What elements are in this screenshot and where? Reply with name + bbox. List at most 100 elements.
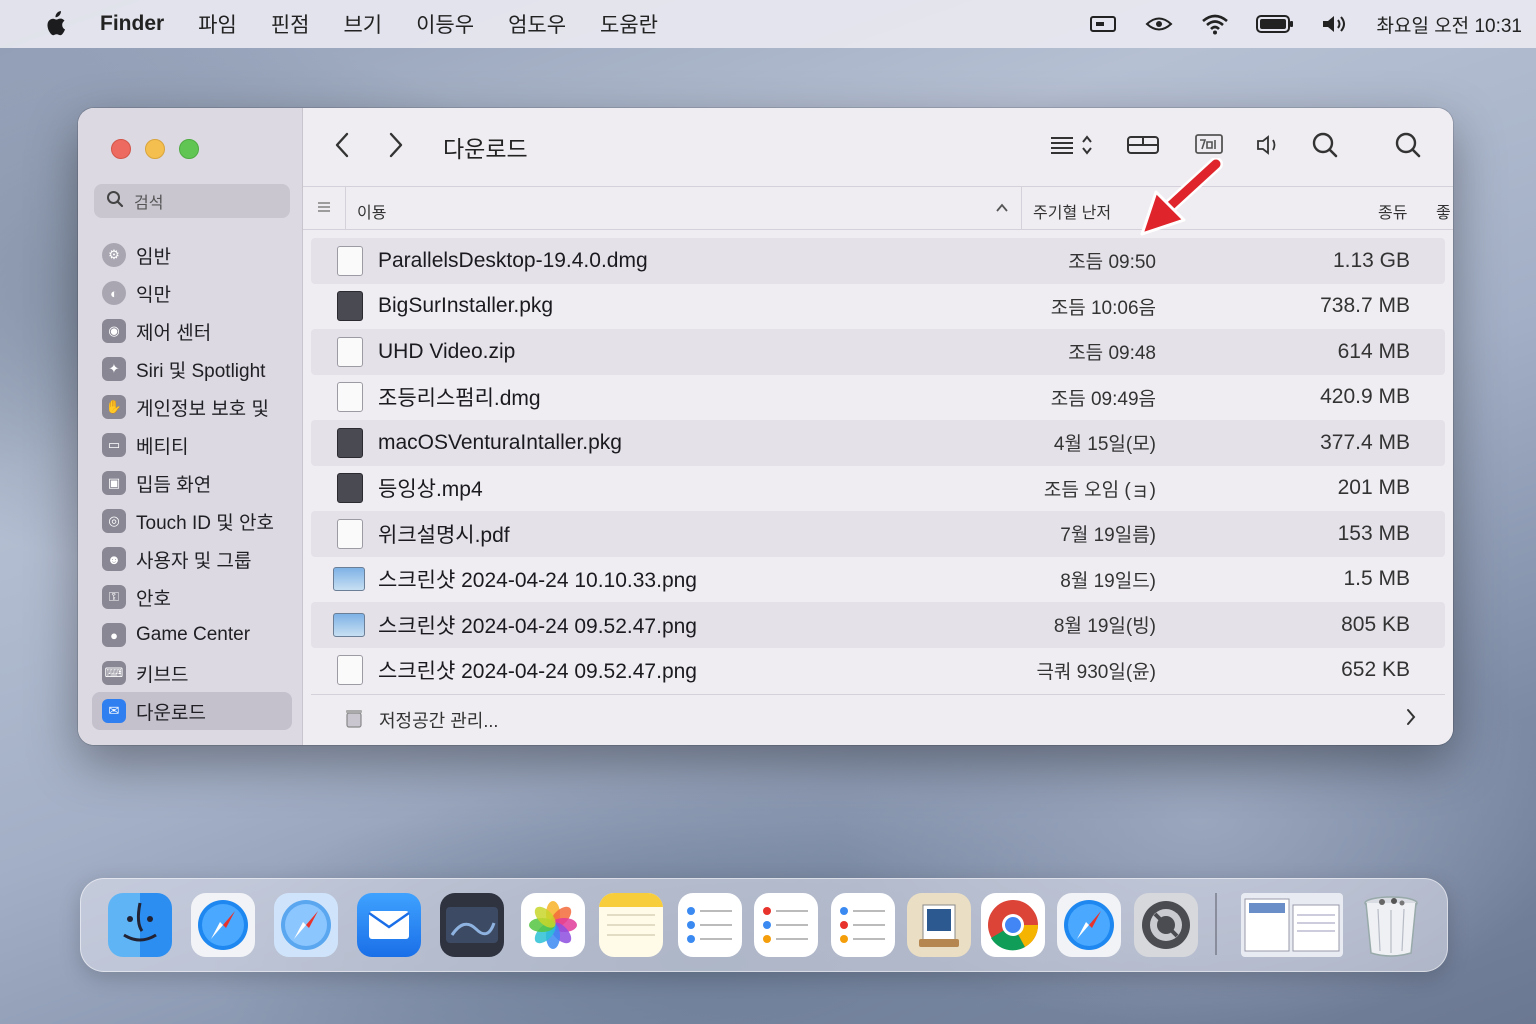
close-button[interactable] — [111, 139, 131, 159]
sidebar-item-downloads[interactable]: ✉ 다운로드 — [92, 692, 292, 730]
file-name: 등잉상.mp4 — [378, 478, 483, 502]
finder-window: 검석 ⚙ 임반 ◐ 익만 ◉ 제어 센터 ✦ Siri 및 Spotlight … — [78, 108, 1453, 745]
file-size: 1.13 GB — [1332, 248, 1410, 272]
search-button[interactable] — [1388, 130, 1428, 164]
magnifier-icon — [1311, 131, 1339, 164]
sidebar-item-control-center[interactable]: ◉ 제어 센터 — [92, 312, 292, 350]
file-row[interactable]: 스크린샷 2024-04-24 09.52.47.png 극쿼 930일(윤) … — [311, 648, 1445, 694]
safari-icon[interactable] — [191, 893, 255, 957]
file-row[interactable]: 스크린샷 2024-04-24 10.10.33.png 8월 19일드) 1.… — [311, 557, 1445, 603]
menu-go[interactable]: 이등우 — [416, 9, 474, 39]
column-menu-icon[interactable] — [317, 200, 331, 219]
sidebar-item-privacy[interactable]: ✋ 게인정보 보호 및 — [92, 388, 292, 426]
file-date: 조듬 09:50 — [1068, 252, 1156, 274]
sidebar-item-keyboard[interactable]: ⌨ 키브드 — [92, 654, 292, 692]
column-extra-header[interactable]: 좋 — [1436, 199, 1451, 223]
reminders-alt-icon[interactable] — [754, 893, 818, 957]
mail-icon[interactable] — [357, 893, 421, 957]
sidebar-item-game-center[interactable]: ● Game Center — [92, 616, 292, 654]
file-size: 652 KB — [1341, 658, 1410, 682]
file-date: 극쿼 930일(윤) — [1036, 661, 1156, 683]
minimize-button[interactable] — [145, 139, 165, 159]
reminders-icon[interactable] — [678, 893, 742, 957]
sidebar-search-field[interactable]: 검석 — [94, 184, 290, 218]
chrome-icon[interactable] — [981, 893, 1045, 957]
screenshots-icon[interactable] — [1241, 893, 1343, 957]
file-date: 8월 19일(빙) — [1053, 616, 1156, 638]
menu-file[interactable]: 파임 — [198, 9, 237, 39]
menu-edit[interactable]: 핀점 — [271, 9, 310, 39]
sidebar-item-appearance[interactable]: ◐ 익만 — [92, 274, 292, 312]
sidebar-item-label: 익만 — [136, 284, 171, 306]
menubar-clock[interactable]: 촤요일 오전 10:31 — [1376, 11, 1522, 38]
battery-status-icon[interactable] — [1256, 12, 1294, 36]
pdf-file-icon — [337, 518, 363, 549]
finder-icon[interactable] — [108, 893, 172, 957]
file-row[interactable]: 스크린샷 2024-04-24 09.52.47.png 8월 19일(빙) 8… — [311, 602, 1445, 648]
sidebar-item-lock-screen[interactable]: ▣ 밉듬 화연 — [92, 464, 292, 502]
sort-ascending-icon[interactable] — [995, 201, 1009, 219]
search-icon — [1394, 131, 1422, 164]
menu-window[interactable]: 엄도우 — [508, 9, 566, 39]
apple-menu-icon[interactable] — [44, 11, 66, 37]
sidebar-item-label: 임반 — [136, 246, 171, 268]
zoom-button[interactable] — [179, 139, 199, 159]
image-file-icon — [337, 655, 363, 686]
battery-icon: ▭ — [102, 433, 126, 457]
package-icon — [337, 291, 363, 322]
dock — [80, 878, 1448, 972]
sidebar-item-battery[interactable]: ▭ 베티티 — [92, 426, 292, 464]
window-title: 다운로드 — [443, 136, 528, 162]
downloads-icon: ✉ — [102, 699, 126, 723]
sidebar-item-touch-id[interactable]: ◎ Touch ID 및 안호 — [92, 502, 292, 540]
volume-icon[interactable] — [1320, 12, 1350, 36]
file-row[interactable]: ParallelsDesktop-19.4.0.dmg 조듬 09:50 1.1… — [311, 238, 1445, 284]
trash-icon[interactable] — [1359, 893, 1423, 957]
sidebar-item-label: 안호 — [136, 588, 171, 610]
column-date-header[interactable]: 주기혈 난저 — [1033, 199, 1111, 223]
file-row[interactable]: 조등리스펌리.dmg 조듬 09:49음 420.9 MB — [311, 375, 1445, 421]
column-name-header[interactable]: 이둉 — [357, 199, 386, 223]
file-list: ParallelsDesktop-19.4.0.dmg 조듬 09:50 1.1… — [311, 238, 1445, 693]
menu-app-finder[interactable]: Finder — [100, 12, 164, 36]
sidebar-item-general[interactable]: ⚙ 임반 — [92, 236, 292, 274]
action-search-button[interactable] — [1305, 130, 1345, 164]
photo-booth-icon[interactable] — [440, 893, 504, 957]
sidebar-item-label: 제어 센터 — [136, 322, 212, 344]
column-kind-header[interactable]: 종듀 — [1378, 199, 1407, 223]
file-name: ParallelsDesktop-19.4.0.dmg — [378, 248, 648, 272]
file-row[interactable]: BigSurInstaller.pkg 조듬 10:06음 738.7 MB — [311, 284, 1445, 330]
file-row[interactable]: 등잉상.mp4 조듬 오임 (ョ) 201 MB — [311, 466, 1445, 512]
file-row[interactable]: 위크설명시.pdf 7월 19일름) 153 MB — [311, 511, 1445, 557]
lists-icon[interactable] — [831, 893, 895, 957]
annotation-arrow-icon — [1138, 157, 1228, 238]
notes-icon[interactable] — [599, 893, 663, 957]
menu-help[interactable]: 도움란 — [600, 9, 658, 39]
sidebar-item-label: 게인정보 보호 및 — [136, 398, 269, 420]
manage-storage-label: 저정공간 관리... — [379, 711, 499, 731]
display-icon[interactable] — [1088, 12, 1118, 36]
airdrop-icon[interactable] — [1144, 12, 1174, 36]
safari-alt-icon[interactable] — [274, 893, 338, 957]
wifi-icon[interactable] — [1200, 12, 1230, 36]
file-row[interactable]: macOSVenturaIntaller.pkg 4월 15일(모) 377.4… — [311, 420, 1445, 466]
system-settings-icon[interactable] — [1134, 893, 1198, 957]
file-row[interactable]: UHD Video.zip 조듬 09:48 614 MB — [311, 329, 1445, 375]
sidebar-item-passwords[interactable]: ⚿ 안호 — [92, 578, 292, 616]
sidebar-item-users[interactable]: ☻ 사용자 및 그룹 — [92, 540, 292, 578]
menu-view[interactable]: 브기 — [343, 9, 382, 39]
game-center-icon: ● — [102, 623, 126, 647]
photos-icon[interactable] — [521, 893, 585, 957]
sidebar-item-siri-spotlight[interactable]: ✦ Siri 및 Spotlight — [92, 350, 292, 388]
share-button[interactable] — [1248, 130, 1288, 164]
trash-icon — [343, 707, 365, 734]
safari-third-icon[interactable] — [1057, 893, 1121, 957]
file-name: 스크린샷 2024-04-24 09.52.47.png — [378, 660, 697, 684]
forward-button[interactable] — [379, 130, 413, 164]
disk-image-icon — [337, 382, 363, 413]
preview-icon[interactable] — [907, 893, 971, 957]
view-options-button[interactable] — [1045, 130, 1101, 164]
sidebar-item-label: Touch ID 및 안호 — [136, 512, 274, 534]
manage-storage-row[interactable]: 저정공간 관리... — [311, 694, 1445, 740]
back-button[interactable] — [325, 130, 359, 164]
